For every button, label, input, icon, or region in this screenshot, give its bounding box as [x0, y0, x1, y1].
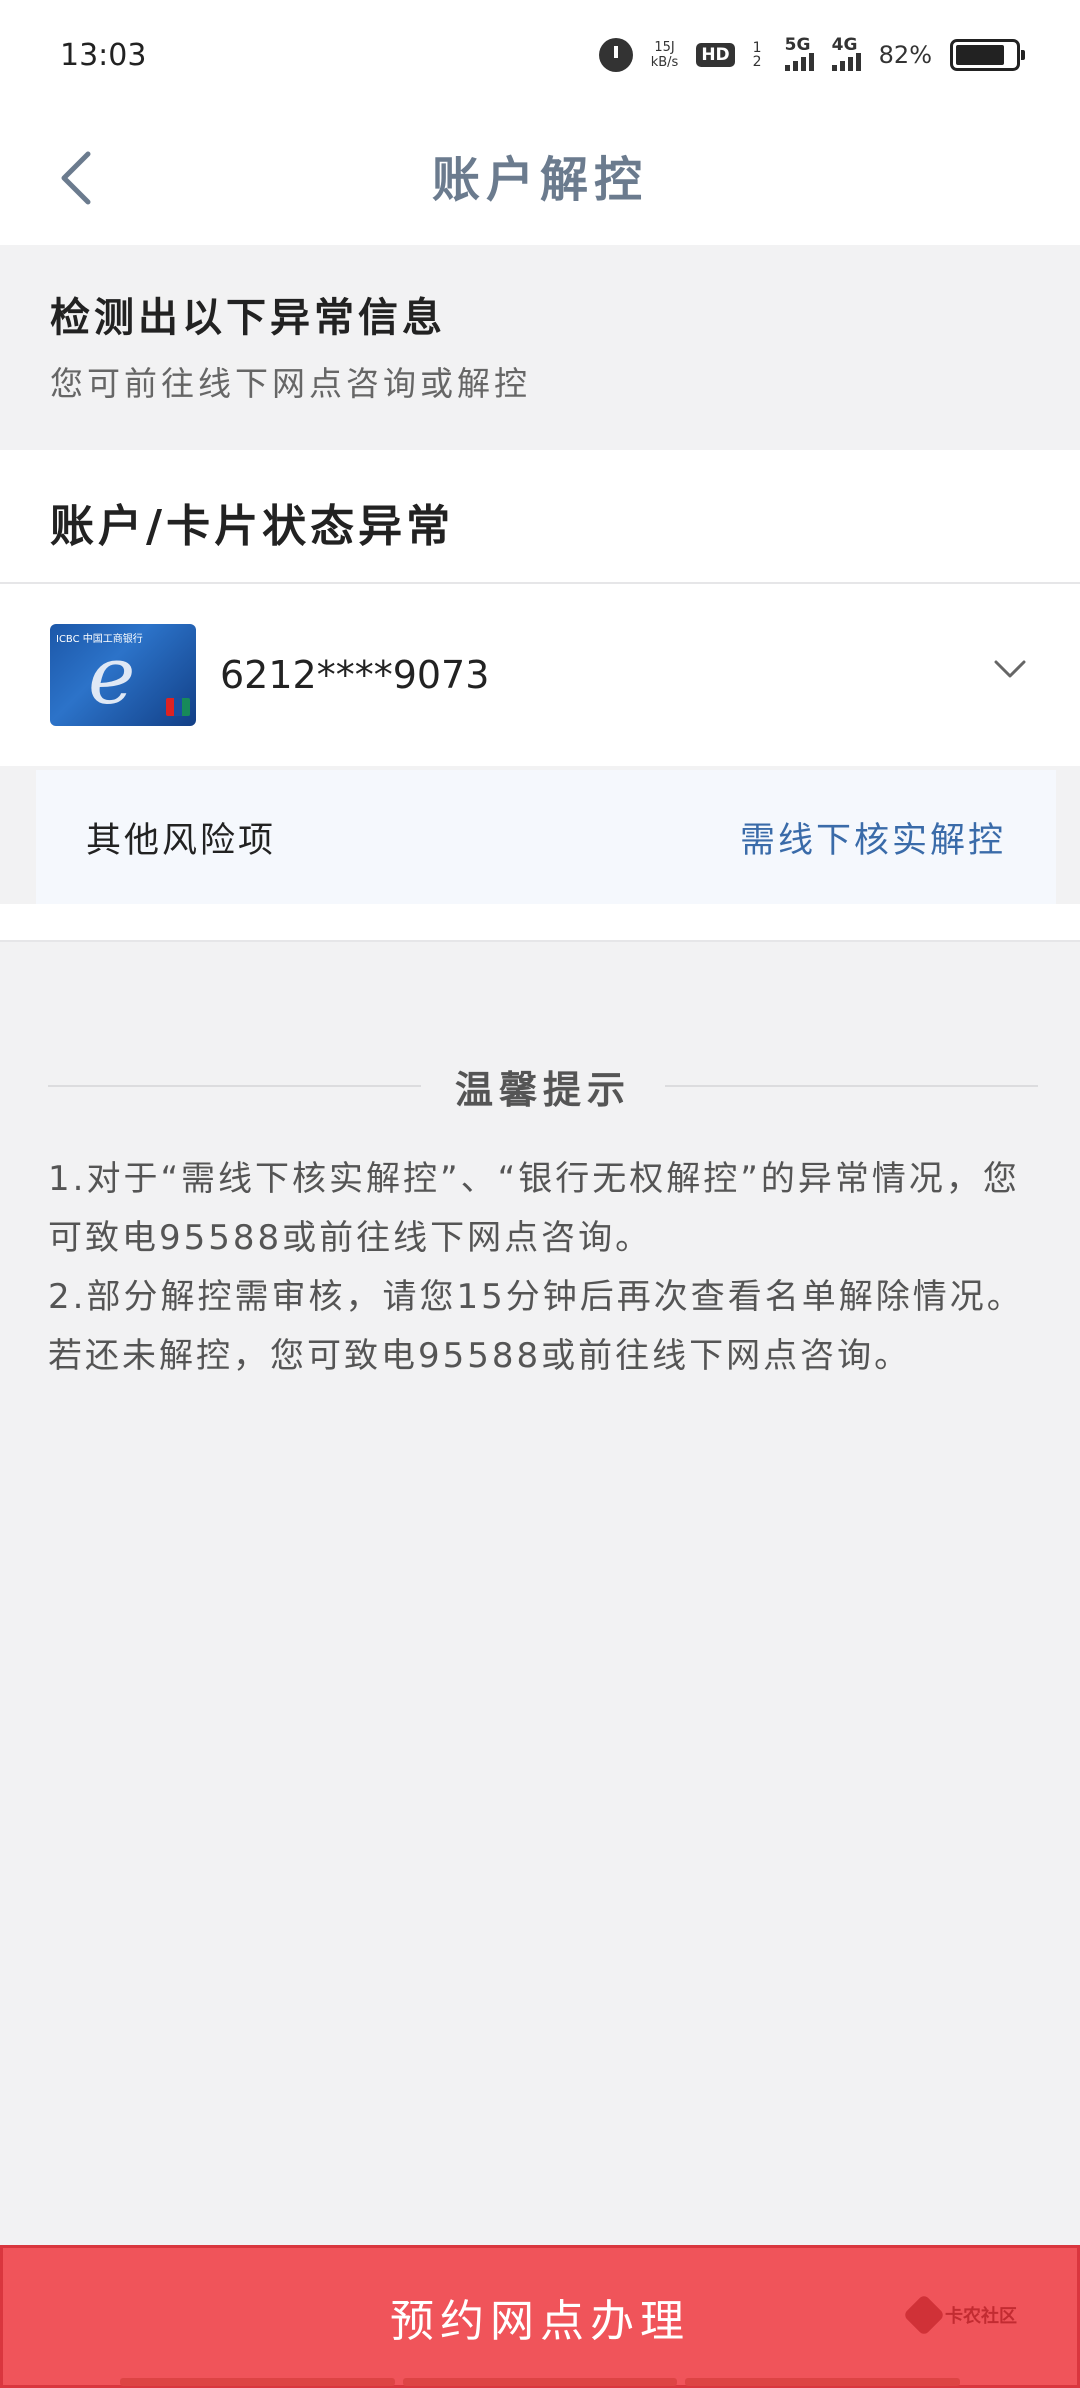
signal-4g-icon: 4G: [831, 35, 861, 71]
chevron-down-icon[interactable]: [990, 650, 1030, 690]
sim-index: 1 2: [752, 40, 762, 70]
tips-body: 1.对于“需线下核实解控”、“银行无权解控”的异常情况，您可致电95588或前往…: [48, 1150, 1038, 1386]
signal-4g-label: 4G: [831, 35, 858, 55]
battery-percent: 82%: [878, 41, 932, 69]
signal-5g-label: 5G: [784, 35, 811, 55]
battery-icon: [950, 39, 1025, 71]
risk-label: 其他风险项: [86, 820, 277, 861]
divider-left: [48, 1085, 421, 1087]
notice-title: 检测出以下异常信息: [50, 295, 446, 341]
watermark-text: 卡农社区: [945, 2306, 1017, 2327]
status-icons: 15J kB/s HD 1 2 5G 4G 82%: [598, 35, 1025, 72]
watermark: 卡农社区: [902, 2293, 1017, 2337]
gesture-bar: [120, 2378, 961, 2386]
card-bottom-pad: [0, 904, 1080, 942]
watermark-logo-icon: [902, 2293, 946, 2337]
hd-icon: HD: [696, 43, 735, 67]
book-branch-label: 预约网点办理: [390, 2295, 690, 2347]
account-status-heading: 账户/卡片状态异常: [0, 450, 1080, 584]
risk-item-row[interactable]: 其他风险项 需线下核实解控: [36, 770, 1056, 904]
divider-right: [665, 1085, 1039, 1087]
net-speed: 15J kB/s: [651, 40, 679, 70]
net-speed-unit: kB/s: [650, 55, 679, 70]
account-status-card: 账户/卡片状态异常 ICBC 中国工商银行 e 6212****9073: [0, 450, 1080, 766]
card-logo-mark: e: [88, 629, 136, 722]
notice-subtitle: 您可前往线下网点咨询或解控: [50, 364, 531, 403]
card-number: 6212****9073: [220, 653, 490, 697]
page-title: 账户解控: [431, 152, 648, 208]
net-speed-value: 15J: [654, 40, 675, 55]
status-bar: 13:03 15J kB/s HD 1 2 5G 4G 82%: [0, 0, 1080, 110]
tip-line-2: 2.部分解控需审核，请您15分钟后再次查看名单解除情况。若还未解控，您可致电95…: [48, 1277, 1024, 1376]
anomaly-notice: 检测出以下异常信息 您可前往线下网点咨询或解控: [0, 245, 1080, 450]
book-branch-button[interactable]: 预约网点办理 卡农社区: [0, 2245, 1080, 2388]
risk-action-link[interactable]: 需线下核实解控: [740, 812, 1006, 863]
tip-line-1: 1.对于“需线下核实解控”、“银行无权解控”的异常情况，您可致电95588或前往…: [48, 1159, 1020, 1258]
alarm-icon: [598, 38, 633, 72]
bank-card-image: ICBC 中国工商银行 e: [50, 624, 196, 726]
unionpay-icon: [166, 698, 190, 716]
tips-title: 温馨提示: [455, 1067, 632, 1112]
status-time: 13:03: [60, 37, 147, 73]
nav-bar: 账户解控: [0, 110, 1080, 245]
bank-card-row[interactable]: ICBC 中国工商银行 e 6212****9073: [0, 584, 1080, 766]
signal-5g-icon: 5G: [784, 35, 814, 71]
tips-header: 温馨提示: [48, 1058, 1039, 1114]
